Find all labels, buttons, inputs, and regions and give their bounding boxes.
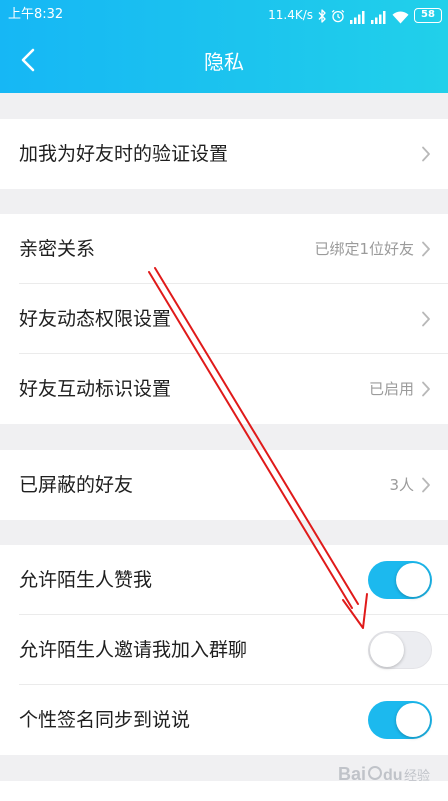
row-label: 已屏蔽的好友 <box>19 474 134 496</box>
app-header: 上午8:32 11.4K/s 58 隐私 <box>0 0 448 93</box>
row-label: 亲密关系 <box>19 238 96 260</box>
alarm-icon <box>331 8 345 23</box>
toggle-signature-sync[interactable] <box>368 701 432 739</box>
settings-row-interaction-badge[interactable]: 好友互动标识设置 已启用 <box>0 354 448 424</box>
chevron-right-icon <box>421 146 431 162</box>
toggle-allow-stranger-likes[interactable] <box>368 561 432 599</box>
row-label: 允许陌生人赞我 <box>19 569 153 591</box>
chevron-right-icon <box>421 311 431 327</box>
svg-text:Bai: Bai <box>338 764 366 784</box>
status-bar: 上午8:32 11.4K/s 58 <box>0 0 448 30</box>
row-label: 个性签名同步到说说 <box>19 709 191 731</box>
chevron-right-icon <box>421 381 431 397</box>
chevron-right-icon <box>421 477 431 493</box>
toggle-knob <box>396 703 430 737</box>
row-label: 加我为好友时的验证设置 <box>19 143 229 165</box>
toggle-knob <box>370 633 404 667</box>
row-label: 好友互动标识设置 <box>19 378 172 400</box>
row-value: 3人 <box>389 476 414 494</box>
settings-row-blocked-friends[interactable]: 已屏蔽的好友 3人 <box>0 450 448 520</box>
page-title: 隐私 <box>204 50 244 74</box>
svg-text:du: du <box>383 767 403 784</box>
row-label: 好友动态权限设置 <box>19 308 172 330</box>
svg-text:经验: 经验 <box>404 768 430 784</box>
network-speed: 11.4K/s <box>268 8 313 22</box>
title-bar: 隐私 <box>0 30 448 93</box>
row-value: 已启用 <box>368 380 414 398</box>
wifi-icon <box>392 9 409 23</box>
signal-icon <box>371 9 387 24</box>
baidu-watermark-logo: Bai du 经验 <box>338 759 434 789</box>
settings-row-friend-verification[interactable]: 加我为好友时的验证设置 <box>0 119 448 189</box>
toggle-knob <box>396 563 430 597</box>
row-label: 允许陌生人邀请我加入群聊 <box>19 639 248 661</box>
battery-icon: 58 <box>414 7 442 23</box>
chevron-right-icon <box>421 241 431 257</box>
signal-icon <box>350 9 366 24</box>
settings-row-allow-stranger-likes: 允许陌生人赞我 <box>0 545 448 615</box>
status-icons: 11.4K/s 58 <box>268 6 442 24</box>
settings-row-allow-stranger-group-invite: 允许陌生人邀请我加入群聊 <box>0 615 448 685</box>
toggle-allow-stranger-group-invite[interactable] <box>368 631 432 669</box>
settings-row-moments-permission[interactable]: 好友动态权限设置 <box>0 284 448 354</box>
status-time: 上午8:32 <box>8 7 64 22</box>
row-value: 已绑定1位好友 <box>314 240 414 258</box>
bluetooth-icon <box>318 8 326 23</box>
settings-row-close-relationship[interactable]: 亲密关系 已绑定1位好友 <box>0 214 448 284</box>
settings-row-signature-sync: 个性签名同步到说说 <box>0 685 448 755</box>
